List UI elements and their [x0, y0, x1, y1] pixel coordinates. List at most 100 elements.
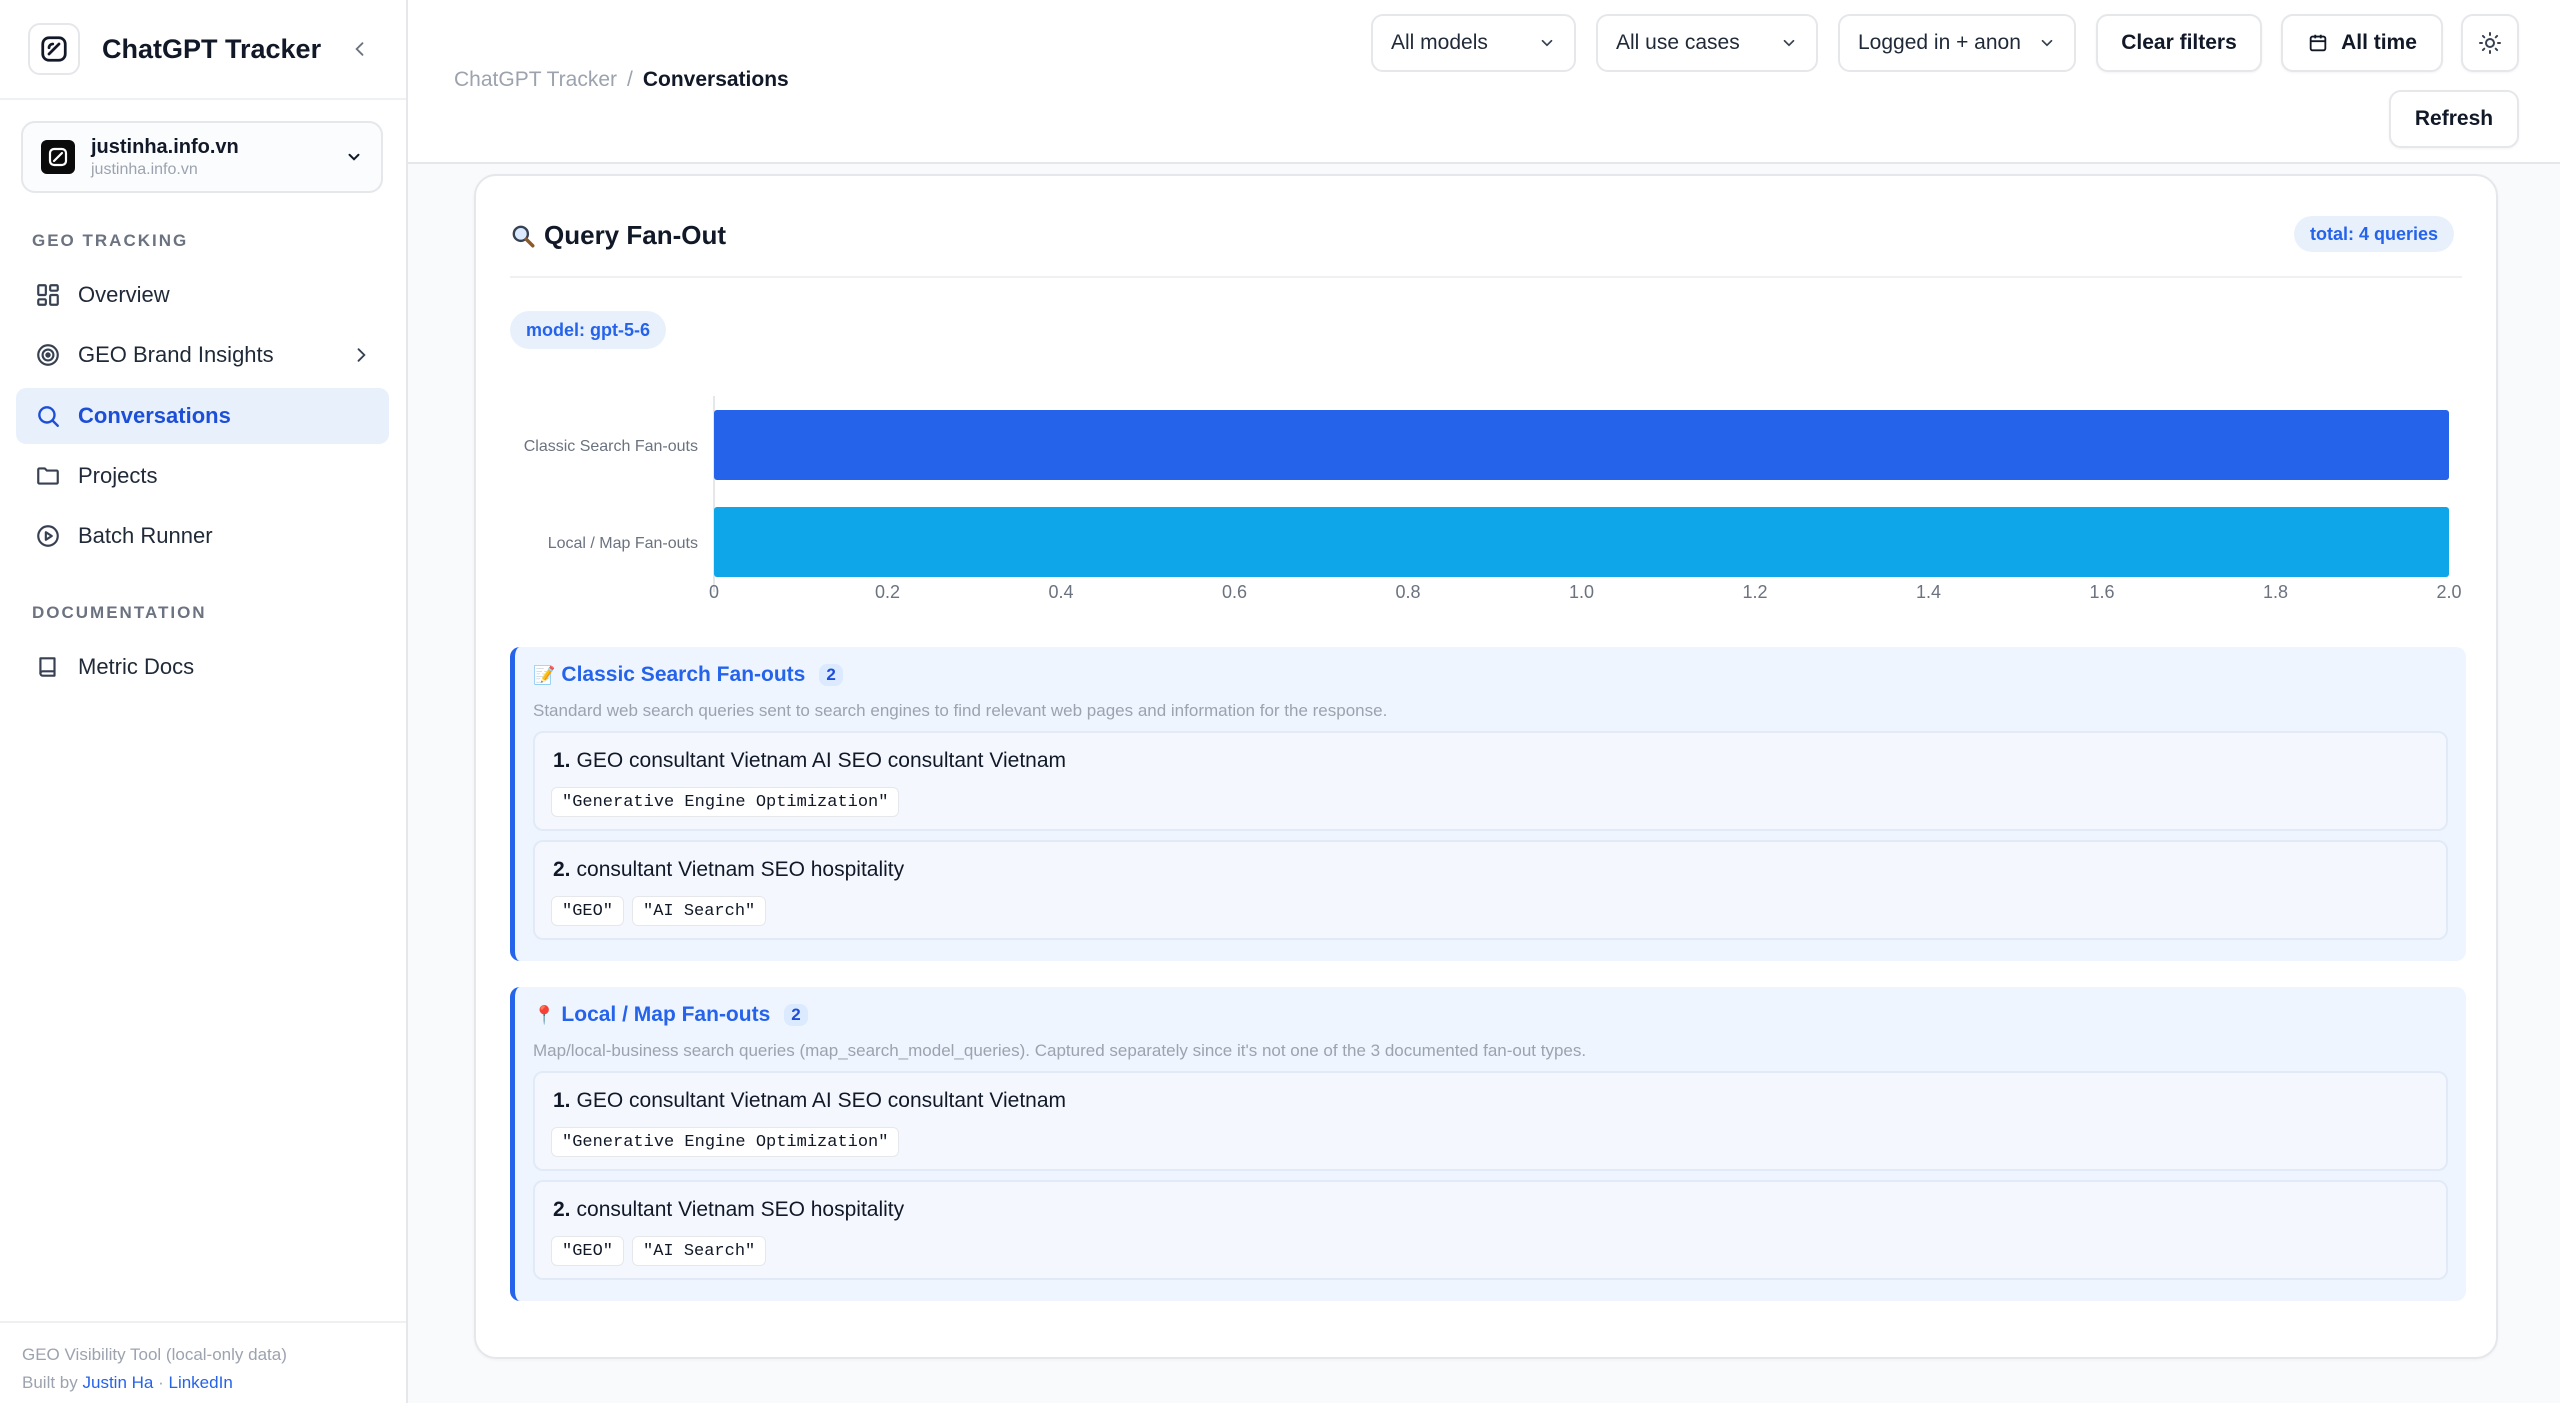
chart-x-tick-label: 0: [709, 582, 719, 602]
search-icon: [34, 402, 62, 430]
chart-category-label: Local / Map Fan-outs: [548, 535, 698, 552]
query-text: GEO consultant Vietnam AI SEO consultant…: [576, 749, 1067, 772]
target-icon: [34, 341, 62, 369]
query-number: 1.: [553, 749, 571, 772]
sidebar-header: ChatGPT Tracker: [0, 0, 406, 100]
query-number: 1.: [553, 1089, 571, 1112]
query-text: consultant Vietnam SEO hospitality: [576, 858, 905, 881]
breadcrumb: ChatGPT Tracker / Conversations: [454, 68, 789, 92]
fanout-bar-chart: Classic Search Fan-outs Local / Map Fan-o…: [524, 396, 2462, 602]
memo-icon: 📝: [533, 664, 556, 685]
chevron-down-icon: [2041, 39, 2053, 47]
author-link[interactable]: Justin Ha: [82, 1373, 153, 1392]
book-icon: [34, 653, 62, 681]
site-logo-icon: [41, 140, 75, 174]
group-title[interactable]: Classic Search Fan-outs: [561, 663, 805, 687]
chart-x-tick-label: 0.2: [875, 582, 900, 602]
linkedin-link[interactable]: LinkedIn: [169, 1373, 233, 1392]
query-tag: "Generative Engine Optimization": [551, 1127, 900, 1157]
chart-x-tick-label: 0.6: [1222, 582, 1247, 602]
fanout-group-local-map: 📍 Local / Map Fan-outs 2 Map/local-busin…: [510, 987, 2466, 1301]
chart-x-tick-label: 0.8: [1395, 582, 1420, 602]
clear-filters-button[interactable]: Clear filters: [2096, 14, 2262, 72]
collapse-sidebar-button[interactable]: [342, 31, 378, 67]
calendar-icon: [2309, 34, 2327, 52]
query-tag: "GEO": [551, 896, 625, 926]
query-item: 1. GEO consultant Vietnam AI SEO consulta…: [533, 731, 2448, 831]
chart-x-tick-label: 1.8: [2263, 582, 2288, 602]
chart-x-tick-label: 0.4: [1048, 582, 1073, 602]
chevron-right-icon: [357, 348, 366, 362]
footer-built-by: Built by: [22, 1373, 78, 1392]
use-case-filter-value: All use cases: [1616, 31, 1740, 54]
chart-bar[interactable]: [714, 507, 2449, 577]
chart-category-label: Classic Search Fan-outs: [524, 438, 698, 455]
fanout-group-classic: 📝 Classic Search Fan-outs 2 Standard web…: [510, 647, 2466, 961]
top-bar: ChatGPT Tracker / Conversations All models…: [408, 0, 2560, 164]
group-title[interactable]: Local / Map Fan-outs: [561, 1003, 770, 1027]
model-badge: model: gpt-5-6: [510, 311, 666, 349]
app-logo-icon: [28, 23, 80, 75]
sidebar-item-label: Batch Runner: [78, 523, 213, 548]
sidebar-item-label: GEO Brand Insights: [78, 342, 274, 367]
query-tag: "AI Search": [632, 896, 767, 926]
folder-icon: [34, 462, 62, 490]
query-tag: "GEO": [551, 1236, 625, 1266]
query-tag: "Generative Engine Optimization": [551, 787, 900, 817]
sidebar-item-metric-docs[interactable]: Metric Docs: [16, 639, 389, 695]
chart-x-tick-label: 1.2: [1742, 582, 1767, 602]
sidebar: ChatGPT Tracker justinha.info.vn justinh…: [0, 0, 408, 1403]
chart-x-tick-label: 1.0: [1569, 582, 1594, 602]
sun-icon: [2479, 32, 2501, 54]
sidebar-item-label: Metric Docs: [78, 654, 195, 679]
footer-separator: ·: [158, 1373, 164, 1392]
sidebar-item-label: Overview: [78, 282, 170, 307]
use-case-filter-select[interactable]: All use cases: [1596, 14, 1818, 72]
chevron-left-icon: [355, 42, 364, 56]
site-name: justinha.info.vn: [91, 135, 239, 158]
query-item: 2. consultant Vietnam SEO hospitality "GE…: [533, 840, 2448, 940]
breadcrumb-separator: /: [627, 68, 633, 91]
login-filter-value: Logged in + anon: [1858, 31, 2021, 54]
section-label-geo-tracking: GEO TRACKING: [32, 231, 189, 250]
sidebar-item-geo-brand-insights[interactable]: GEO Brand Insights: [16, 327, 389, 383]
sidebar-item-projects[interactable]: Projects: [16, 448, 389, 504]
query-item: 1. GEO consultant Vietnam AI SEO consulta…: [533, 1071, 2448, 1171]
section-label-documentation: DOCUMENTATION: [32, 603, 207, 622]
model-filter-value: All models: [1391, 31, 1488, 54]
breadcrumb-root[interactable]: ChatGPT Tracker: [454, 68, 617, 91]
sidebar-footer: GEO Visibility Tool (local-only data) Bu…: [0, 1321, 406, 1403]
time-range-button[interactable]: All time: [2281, 14, 2443, 72]
play-circle-icon: [34, 522, 62, 550]
query-text: consultant Vietnam SEO hospitality: [576, 1198, 905, 1221]
model-filter-select[interactable]: All models: [1371, 14, 1576, 72]
chart-x-tick-label: 1.4: [1916, 582, 1941, 602]
group-description: Standard web search queries sent to sear…: [533, 701, 1388, 720]
chart-x-tick-label: 2.0: [2436, 582, 2461, 602]
query-text: GEO consultant Vietnam AI SEO consultant…: [576, 1089, 1067, 1112]
magnifier-icon: [510, 223, 536, 249]
card-title-text: Query Fan-Out: [544, 220, 727, 250]
refresh-button[interactable]: Refresh: [2389, 90, 2519, 148]
theme-toggle-button[interactable]: [2461, 14, 2519, 72]
group-count-badge: 2: [784, 1004, 808, 1026]
query-tag: "AI Search": [632, 1236, 767, 1266]
sidebar-item-label: Conversations: [78, 403, 231, 428]
query-item: 2. consultant Vietnam SEO hospitality "GE…: [533, 1180, 2448, 1280]
sidebar-item-conversations[interactable]: Conversations: [16, 388, 389, 444]
login-filter-select[interactable]: Logged in + anon: [1838, 14, 2076, 72]
sidebar-item-overview[interactable]: Overview: [16, 267, 389, 323]
card-divider: [510, 276, 2462, 278]
group-count-badge: 2: [819, 664, 843, 686]
chevron-down-icon: [1541, 39, 1553, 47]
chevron-down-icon: [1783, 39, 1795, 47]
chart-bar[interactable]: [714, 410, 2449, 480]
sidebar-item-batch-runner[interactable]: Batch Runner: [16, 508, 389, 564]
site-selector[interactable]: justinha.info.vn justinha.info.vn: [21, 121, 383, 193]
card-title: Query Fan-Out: [510, 220, 726, 251]
total-queries-badge: total: 4 queries: [2293, 216, 2454, 252]
query-fanout-card: Query Fan-Out total: 4 queries model: gp…: [474, 174, 2498, 1359]
pin-icon: 📍: [533, 1004, 556, 1025]
time-range-label: All time: [2341, 31, 2417, 54]
query-number: 2.: [553, 1198, 571, 1221]
